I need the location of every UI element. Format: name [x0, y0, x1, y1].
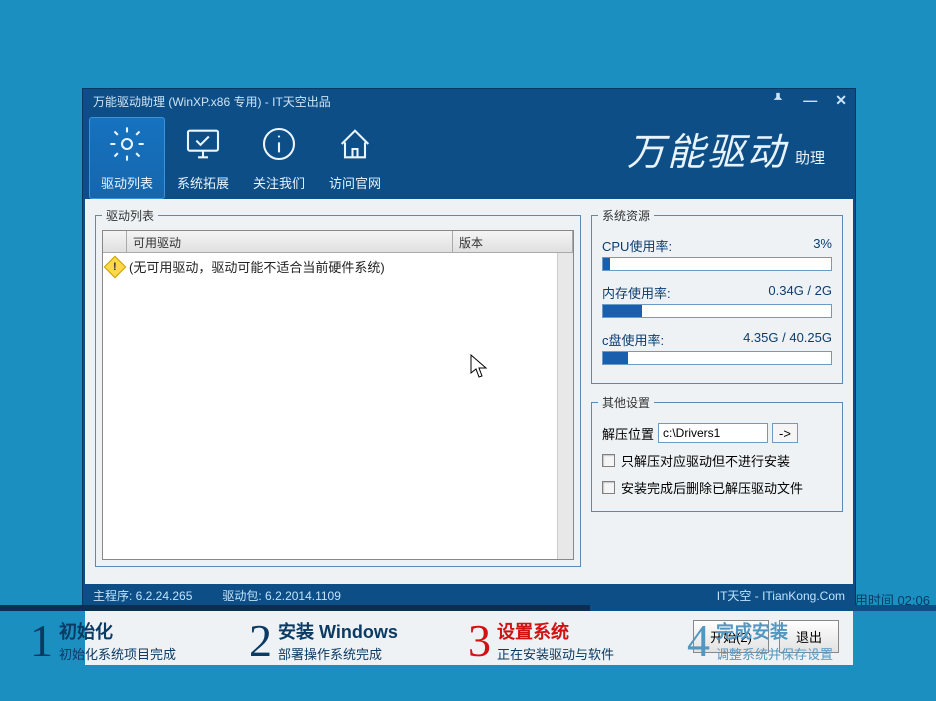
- disk-progress: [602, 351, 832, 365]
- chk-label: 安装完成后删除已解压驱动文件: [621, 478, 803, 497]
- gear-icon: [107, 124, 147, 167]
- tab-label: 系统拓展: [177, 173, 229, 192]
- tab-website[interactable]: 访问官网: [317, 117, 393, 199]
- status-pack: 驱动包: 6.2.2014.1109: [222, 587, 341, 604]
- cpu-progress: [602, 257, 832, 271]
- system-resources-group: 系统资源 CPU使用率: 3% 内存使用率: 0.34G / 2G: [591, 207, 843, 384]
- step-3: 3 设置系统 正在安装驱动与软件: [468, 614, 687, 667]
- monitor-check-icon: [183, 124, 223, 167]
- group-legend: 系统资源: [598, 207, 654, 224]
- minimize-button[interactable]: —: [803, 92, 817, 109]
- close-button[interactable]: ✕: [835, 92, 847, 109]
- cpu-value: 3%: [813, 236, 832, 255]
- step-sub: 初始化系统项目完成: [59, 644, 176, 663]
- driver-table[interactable]: 可用驱动 版本 ! (无可用驱动，驱动可能不适合当前硬件系统): [102, 230, 574, 560]
- checkbox-extract-only[interactable]: [602, 454, 615, 467]
- table-row[interactable]: ! (无可用驱动，驱动可能不适合当前硬件系统): [103, 253, 573, 280]
- tab-label: 驱动列表: [101, 173, 153, 192]
- scrollbar[interactable]: [557, 253, 573, 559]
- status-main: 主程序: 6.2.24.265: [93, 587, 192, 604]
- app-window: 万能驱动助理 (WinXP.x86 专用) - IT天空出品 — ✕ 驱动列表 …: [82, 88, 856, 607]
- disk-label: c盘使用率:: [602, 330, 664, 349]
- step-title: 初始化: [59, 618, 176, 644]
- col-name[interactable]: 可用驱动: [127, 231, 453, 252]
- row-text: (无可用驱动，驱动可能不适合当前硬件系统): [129, 257, 385, 276]
- tab-system-ext[interactable]: 系统拓展: [165, 117, 241, 199]
- info-icon: [259, 124, 299, 167]
- col-icon[interactable]: [103, 231, 127, 252]
- driver-list-group: 驱动列表 可用驱动 版本 ! (无可用驱动，驱动可能不适合当前硬件系统): [95, 207, 581, 567]
- step-sub: 正在安装驱动与软件: [497, 644, 614, 663]
- install-progress: [0, 605, 936, 611]
- pin-icon[interactable]: [771, 92, 785, 109]
- titlebar[interactable]: 万能驱动助理 (WinXP.x86 专用) - IT天空出品 — ✕: [83, 89, 855, 113]
- browse-button[interactable]: ->: [772, 423, 798, 443]
- step-sub: 部署操作系统完成: [278, 644, 398, 663]
- checkbox-delete-after[interactable]: [602, 481, 615, 494]
- home-icon: [335, 124, 375, 167]
- mem-value: 0.34G / 2G: [768, 283, 832, 302]
- table-header: 可用驱动 版本: [103, 231, 573, 253]
- group-legend: 其他设置: [598, 394, 654, 411]
- step-number: 4: [687, 614, 710, 667]
- mem-label: 内存使用率:: [602, 283, 671, 302]
- tab-follow-us[interactable]: 关注我们: [241, 117, 317, 199]
- window-title: 万能驱动助理 (WinXP.x86 专用) - IT天空出品: [93, 93, 331, 110]
- step-4: 4 完成安装 调整系统并保存设置: [687, 614, 906, 667]
- disk-value: 4.35G / 40.25G: [743, 330, 832, 349]
- step-title: 安装 Windows: [278, 618, 398, 644]
- tab-driver-list[interactable]: 驱动列表: [89, 117, 165, 199]
- toolbar: 驱动列表 系统拓展 关注我们 访问官网 万能驱动 助理: [83, 113, 855, 199]
- step-title: 完成安装: [716, 618, 833, 644]
- step-title: 设置系统: [497, 618, 614, 644]
- group-legend: 驱动列表: [102, 207, 158, 224]
- warning-icon: !: [104, 255, 127, 278]
- step-number: 2: [249, 614, 272, 667]
- logo-sub: 助理: [795, 147, 825, 176]
- other-settings-group: 其他设置 解压位置 -> 只解压对应驱动但不进行安装 安装完成后删除已解压驱动文…: [591, 394, 843, 512]
- app-logo: 万能驱动 助理: [627, 121, 825, 176]
- extract-label: 解压位置: [602, 424, 654, 443]
- step-2: 2 安装 Windows 部署操作系统完成: [249, 614, 468, 667]
- step-sub: 调整系统并保存设置: [716, 644, 833, 663]
- logo-text: 万能驱动: [627, 121, 787, 176]
- step-1: 1 初始化 初始化系统项目完成: [30, 614, 249, 667]
- statusbar: 主程序: 6.2.24.265 驱动包: 6.2.2014.1109 IT天空 …: [83, 584, 855, 606]
- cpu-label: CPU使用率:: [602, 236, 672, 255]
- chk-label: 只解压对应驱动但不进行安装: [621, 451, 790, 470]
- extract-path-input[interactable]: [658, 423, 768, 443]
- install-steps: 1 初始化 初始化系统项目完成 2 安装 Windows 部署操作系统完成 3 …: [0, 614, 936, 667]
- status-brand: IT天空 - ITianKong.Com: [717, 587, 845, 604]
- step-number: 1: [30, 614, 53, 667]
- tab-label: 关注我们: [253, 173, 305, 192]
- mem-progress: [602, 304, 832, 318]
- col-version[interactable]: 版本: [453, 231, 573, 252]
- step-number: 3: [468, 614, 491, 667]
- tab-label: 访问官网: [329, 173, 381, 192]
